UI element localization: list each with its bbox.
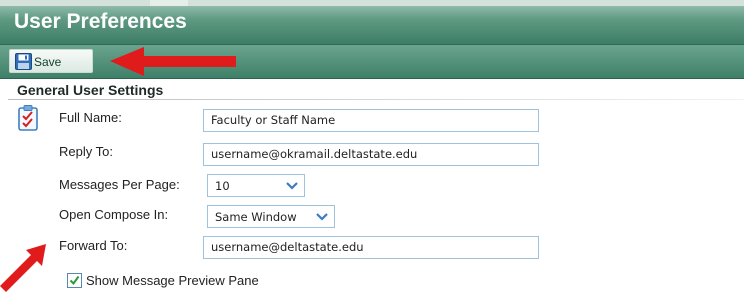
checkmark-icon (69, 275, 80, 286)
forward-to-field[interactable]: username@deltastate.edu (203, 236, 539, 259)
page-title: User Preferences (14, 10, 187, 33)
show-preview-label: Show Message Preview Pane (86, 273, 259, 288)
chevron-down-icon[interactable] (283, 177, 301, 194)
settings-checklist-icon (18, 105, 38, 131)
save-button[interactable]: Save (9, 49, 93, 73)
section-divider (8, 99, 744, 100)
messages-per-page-label: Messages Per Page: (59, 177, 180, 192)
page-header: User Preferences (0, 6, 744, 45)
full-name-field[interactable]: Faculty or Staff Name (203, 109, 539, 132)
reply-to-field[interactable]: username@okramail.deltastate.edu (203, 143, 539, 166)
messages-per-page-value: 10 (215, 179, 230, 193)
forward-to-label: Forward To: (59, 238, 128, 253)
open-compose-in-select[interactable]: Same Window (207, 205, 335, 228)
show-preview-checkbox[interactable] (67, 273, 82, 288)
annotation-arrow (110, 47, 236, 76)
full-name-label: Full Name: (59, 110, 122, 125)
save-icon (15, 53, 32, 70)
reply-to-label: Reply To: (59, 144, 113, 159)
messages-per-page-select[interactable]: 10 (207, 174, 305, 197)
chevron-down-icon[interactable] (313, 208, 331, 225)
annotation-arrow (0, 244, 46, 292)
section-title: General User Settings (17, 82, 164, 98)
open-compose-in-label: Open Compose In: (59, 207, 169, 222)
open-compose-in-value: Same Window (215, 210, 297, 224)
save-label: Save (34, 55, 62, 69)
